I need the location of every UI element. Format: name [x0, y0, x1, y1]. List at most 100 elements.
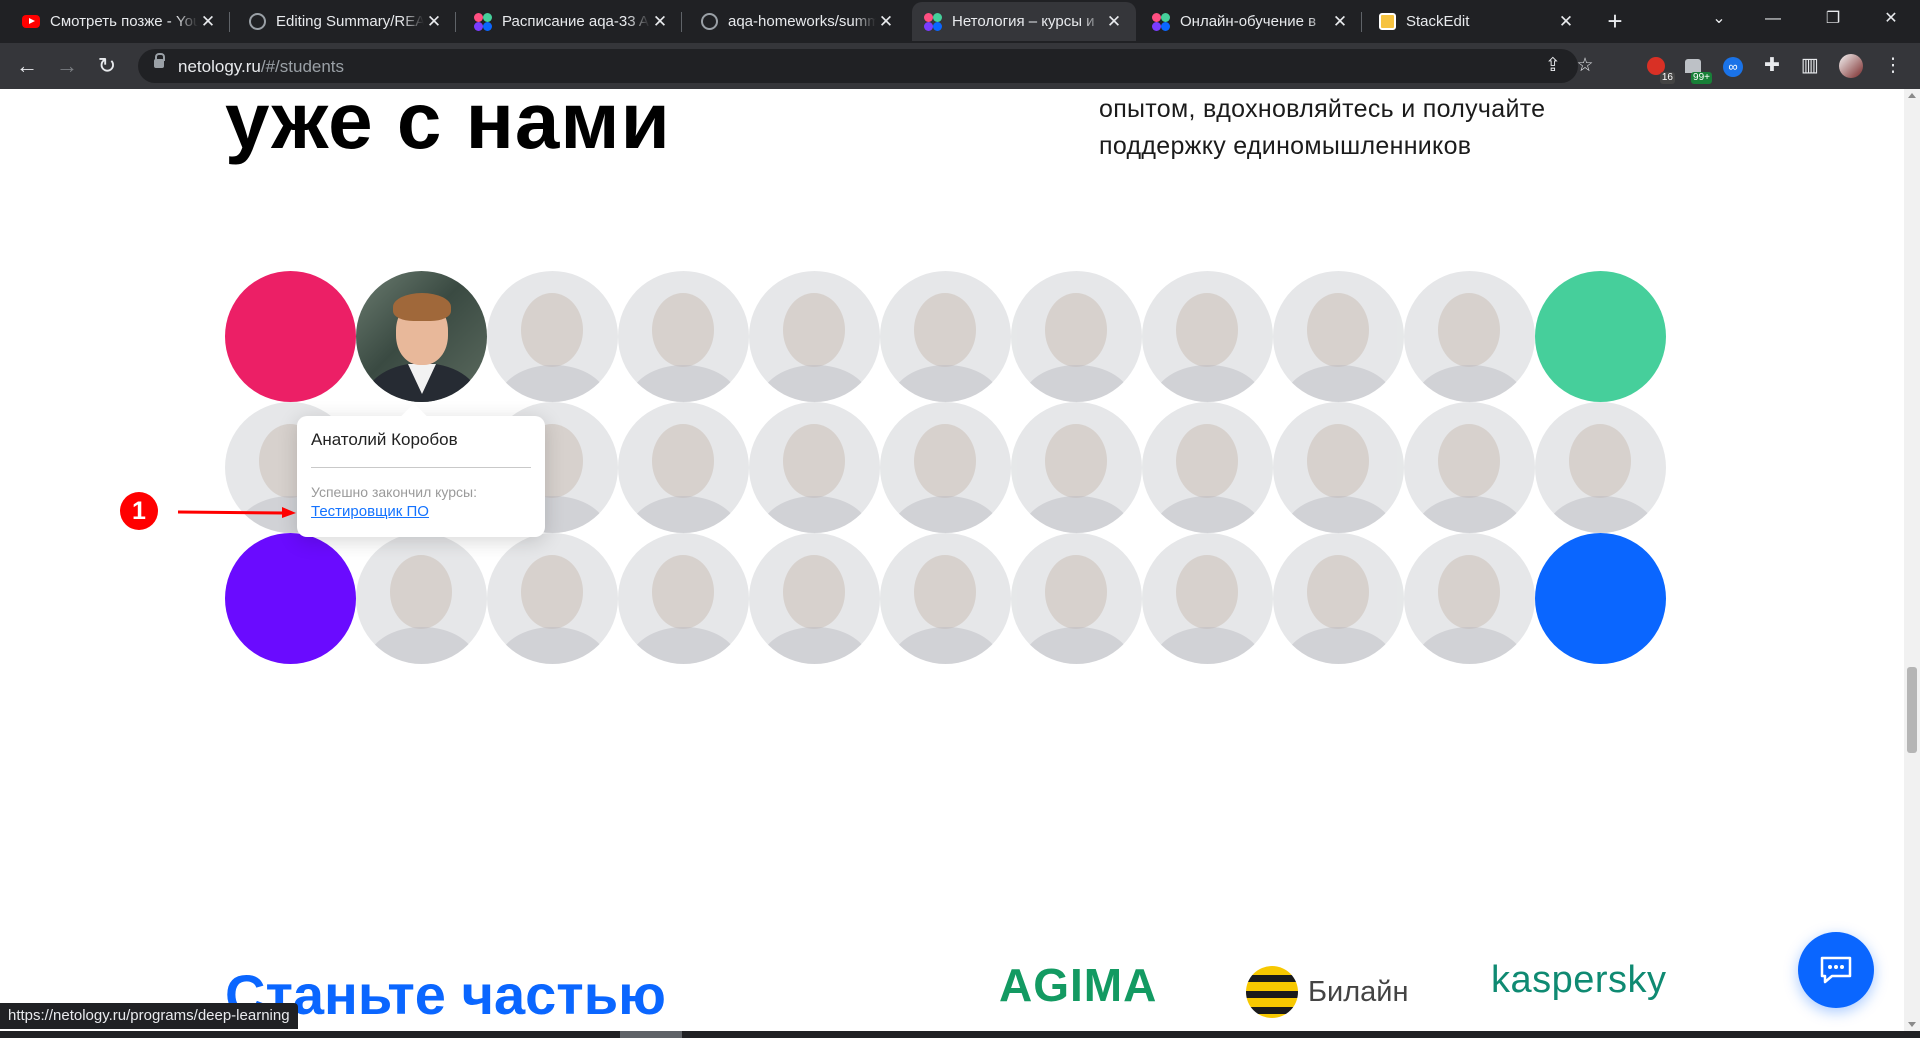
scroll-up-icon[interactable] [1908, 93, 1916, 98]
tab-netology-active[interactable]: Нетология – курсы и ✕ [912, 2, 1136, 41]
completed-courses-label: Успешно закончил курсы: [311, 484, 478, 500]
tooltip-divider [311, 467, 531, 468]
restore-button[interactable]: ❐ [1808, 0, 1858, 38]
hero-title: уже с нами [225, 89, 671, 165]
page-content: уже с нами опытом, вдохновляйтесь и полу… [0, 89, 1904, 1031]
extension-counter-icon[interactable]: 99+ [1680, 53, 1712, 84]
tab-title: StackEdit [1406, 13, 1470, 30]
student-avatar[interactable] [1011, 402, 1142, 533]
youtube-icon [22, 13, 40, 31]
avatar[interactable] [1838, 53, 1864, 79]
decor-circle-green [1535, 271, 1666, 402]
tab-github-editing[interactable]: Editing Summary/README ✕ [236, 2, 456, 41]
student-avatar[interactable] [749, 533, 880, 664]
scroll-thumb[interactable] [1907, 667, 1917, 753]
student-avatar[interactable] [1404, 533, 1535, 664]
close-icon[interactable]: ✕ [198, 12, 218, 32]
beeline-icon [1246, 966, 1298, 1018]
student-avatar[interactable] [1535, 402, 1666, 533]
vertical-scrollbar[interactable] [1904, 89, 1920, 1031]
close-icon[interactable]: ✕ [424, 12, 444, 32]
student-avatar[interactable] [1273, 402, 1404, 533]
student-avatar[interactable] [618, 533, 749, 664]
scroll-down-icon[interactable] [1908, 1022, 1916, 1027]
tab-strip: Смотреть позже - YouTube ✕ Editing Summa… [0, 0, 1920, 43]
new-tab-button[interactable]: + [1600, 6, 1630, 36]
tab-title: Расписание aqa-33 AQA [502, 13, 650, 30]
netology-icon [474, 12, 492, 31]
student-avatar[interactable] [880, 402, 1011, 533]
agima-logo: AGIMA [999, 959, 1158, 1011]
extension-notifier-icon[interactable]: 16 [1643, 53, 1675, 84]
student-avatar[interactable] [880, 533, 1011, 664]
tab-title: Нетология – курсы и [952, 13, 1095, 30]
menu-kebab-icon[interactable]: ⋮ [1880, 53, 1906, 79]
student-avatar[interactable] [1273, 271, 1404, 402]
kaspersky-logo: kaspersky [1491, 959, 1667, 1001]
tab-title: aqa-homeworks/summary [728, 13, 876, 30]
student-avatar[interactable] [1404, 271, 1535, 402]
student-tooltip: Анатолий Коробов Успешно закончил курсы:… [297, 416, 545, 537]
hero-description: опытом, вдохновляйтесь и получайте подде… [1099, 95, 1546, 160]
course-link[interactable]: Тестировщик ПО [311, 503, 429, 520]
student-avatar[interactable] [487, 533, 618, 664]
address-bar[interactable]: netology.ru/#/students ⇪ ☆ [138, 49, 1594, 83]
forward-icon[interactable]: → [52, 51, 82, 81]
student-avatar[interactable] [487, 271, 618, 402]
side-panel-icon[interactable]: ▥ [1797, 53, 1823, 79]
annotation-arrow [177, 507, 296, 518]
tab-github-summary[interactable]: aqa-homeworks/summary ✕ [688, 2, 908, 41]
netology-icon [1152, 12, 1170, 31]
student-avatar[interactable] [1142, 533, 1273, 664]
close-window-button[interactable]: ✕ [1866, 0, 1916, 38]
close-icon[interactable]: ✕ [1104, 12, 1124, 32]
url-text[interactable]: netology.ru/#/students [178, 57, 344, 77]
student-avatar[interactable] [1011, 271, 1142, 402]
counter-badge: 99+ [1691, 72, 1712, 84]
close-icon[interactable]: ✕ [650, 12, 670, 32]
student-avatar[interactable] [356, 533, 487, 664]
student-avatar[interactable] [618, 402, 749, 533]
tab-schedule[interactable]: Расписание aqa-33 AQA ✕ [462, 2, 682, 41]
student-avatar[interactable] [749, 402, 880, 533]
puzzle-icon[interactable]: ✚ [1759, 53, 1785, 79]
student-avatar-active[interactable] [356, 271, 487, 402]
github-icon [248, 13, 266, 31]
close-icon[interactable]: ✕ [1556, 12, 1576, 32]
share-icon[interactable]: ⇪ [1540, 53, 1566, 79]
student-avatar[interactable] [1011, 533, 1142, 664]
student-avatar[interactable] [1404, 402, 1535, 533]
student-avatar[interactable] [1273, 533, 1404, 664]
chat-icon [1820, 956, 1852, 984]
annotation-marker: 1 [120, 492, 158, 530]
close-icon[interactable]: ✕ [876, 12, 896, 32]
beeline-logo: Билайн [1246, 966, 1409, 1018]
tab-youtube[interactable]: Смотреть позже - YouTube ✕ [10, 2, 230, 41]
minimize-button[interactable]: — [1748, 0, 1798, 38]
github-icon [700, 13, 718, 31]
horizontal-scroll-thumb[interactable] [620, 1031, 682, 1038]
bookmark-star-icon[interactable]: ☆ [1572, 53, 1598, 79]
tab-stackedit[interactable]: StackEdit ✕ [1366, 2, 1588, 41]
student-avatar[interactable] [880, 271, 1011, 402]
back-icon[interactable]: ← [12, 51, 42, 81]
status-bar-url: https://netology.ru/programs/deep-learni… [0, 1003, 298, 1029]
stackedit-icon [1378, 13, 1396, 31]
close-icon[interactable]: ✕ [1330, 12, 1350, 32]
student-avatar[interactable] [1142, 402, 1273, 533]
lock-icon[interactable] [154, 53, 165, 68]
tab-search-icon[interactable]: ⌄ [1694, 0, 1744, 38]
reload-icon[interactable]: ↻ [92, 51, 122, 81]
chat-button[interactable] [1798, 932, 1874, 1008]
netology-icon [924, 12, 942, 31]
student-avatar[interactable] [749, 271, 880, 402]
tab-online-learning[interactable]: Онлайн-обучение в ✕ [1140, 2, 1362, 41]
infinity-extension-icon[interactable]: ∞ [1720, 53, 1746, 79]
tab-title: Editing Summary/README [276, 13, 424, 30]
decor-circle-purple [225, 533, 356, 664]
tab-title: Смотреть позже - YouTube [50, 13, 198, 30]
student-avatar[interactable] [1142, 271, 1273, 402]
horizontal-scrollbar[interactable] [0, 1031, 1920, 1038]
student-avatar[interactable] [618, 271, 749, 402]
beeline-logo-text: Билайн [1308, 975, 1409, 1008]
